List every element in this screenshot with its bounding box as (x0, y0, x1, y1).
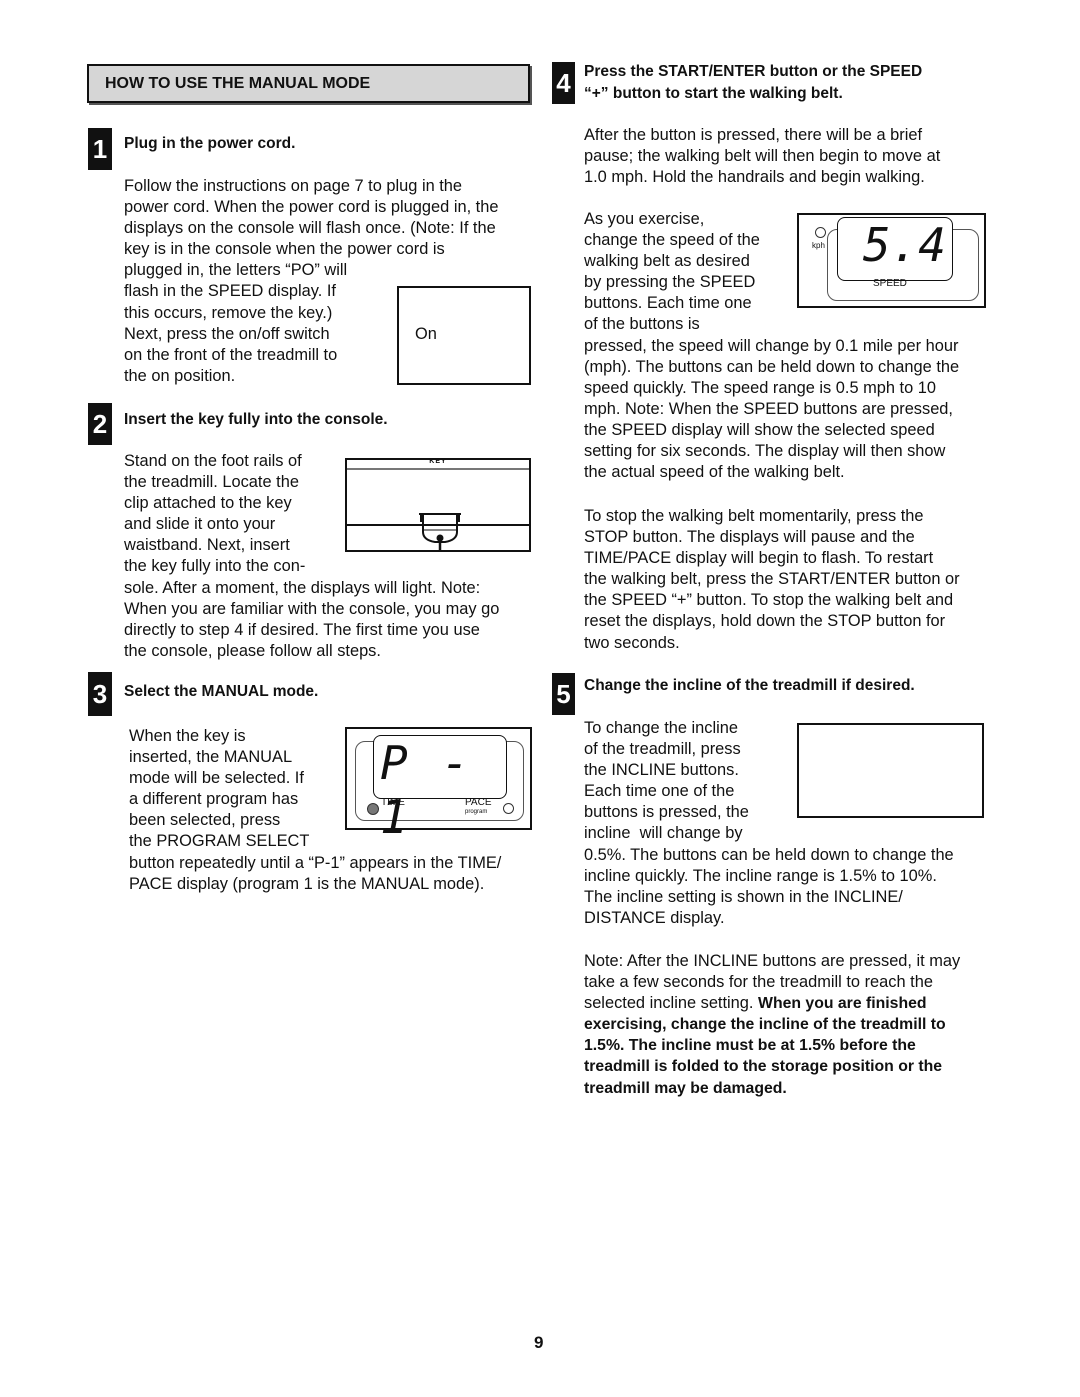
section-header: HOW TO USE THE MANUAL MODE (87, 64, 530, 103)
time-indicator-icon (367, 803, 379, 815)
kph-label: kph (812, 241, 825, 250)
incline-figure (797, 723, 984, 818)
key-figure: KEY (345, 458, 531, 552)
speed-display-figure: kph 5.4 SPEED (797, 213, 986, 308)
step-number-5: 5 (552, 673, 575, 715)
step-4-text-3: To stop the walking belt momentarily, pr… (584, 507, 960, 652)
step-5-title: Change the incline of the treadmill if d… (584, 677, 915, 694)
step-2-title: Insert the key fully into the console. (124, 411, 388, 428)
time-label: TIME (381, 797, 405, 808)
page-number: 9 (534, 1333, 544, 1352)
on-label: On (415, 325, 437, 343)
step-4-text-1: After the button is pressed, there will … (584, 126, 941, 187)
step-number-1: 1 (88, 128, 112, 170)
step-number-2: 2 (88, 403, 112, 445)
step-number-3: 3 (88, 672, 112, 716)
step-number-4: 4 (552, 62, 575, 104)
pace-label: PACE (465, 797, 492, 808)
speed-readout: 5.4 (862, 218, 946, 272)
manual-page: HOW TO USE THE MANUAL MODE 1 Plug in the… (0, 0, 1080, 1397)
step-5-note: Note: After the INCLINE buttons are pres… (584, 951, 960, 1099)
step-1-title: Plug in the power cord. (124, 135, 296, 152)
section-title: HOW TO USE THE MANUAL MODE (105, 75, 371, 92)
speed-label: SPEED (873, 278, 907, 289)
time-pace-readout: P - 1 (380, 736, 473, 844)
power-switch-figure: On (397, 286, 531, 385)
time-pace-display-figure: P - 1 TIME PACE program (345, 727, 532, 844)
key-label: KEY (429, 458, 447, 465)
key-clip-icon (419, 513, 461, 552)
program-label: program (465, 809, 488, 815)
step-3-title: Select the MANUAL mode. (124, 683, 319, 700)
step-4-title: Press the START/ENTER button or the SPEE… (584, 63, 923, 102)
kph-indicator-icon (815, 227, 826, 238)
pace-indicator-icon (503, 803, 514, 814)
